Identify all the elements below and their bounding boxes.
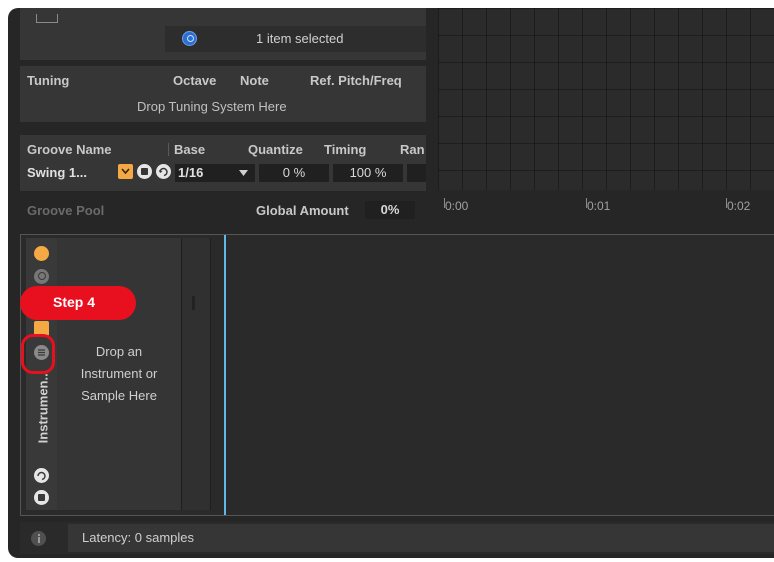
time-marker-0: 0:00 bbox=[445, 199, 469, 213]
highlight-ring bbox=[21, 334, 55, 374]
latency-status: Latency: 0 samples bbox=[82, 530, 195, 545]
groove-name-cell[interactable]: Swing 1... bbox=[27, 165, 87, 180]
timing-header: Timing bbox=[324, 142, 367, 157]
groove-save-icon[interactable] bbox=[137, 164, 152, 179]
drop-hint-line-1: Drop an bbox=[95, 344, 143, 359]
instrument-drop-area[interactable]: Drop an Instrument or Sample Here bbox=[57, 238, 181, 510]
selection-status: 1 item selected bbox=[256, 31, 344, 46]
step-label: Step 4 bbox=[53, 294, 96, 310]
octave-header: Octave bbox=[173, 73, 217, 88]
drop-hint-line-2: Instrument or bbox=[80, 366, 158, 381]
timing-field[interactable]: 100 % bbox=[333, 164, 403, 182]
global-amount-field[interactable]: 0% bbox=[365, 201, 415, 219]
info-icon[interactable] bbox=[31, 531, 46, 546]
step-callout: Step 4 bbox=[20, 286, 136, 320]
device-commit-icon[interactable] bbox=[34, 468, 49, 483]
time-marker-2: 0:02 bbox=[727, 199, 751, 213]
timeline-ruler[interactable]: 0:00 0:01 0:02 bbox=[438, 190, 774, 232]
groove-panel: Groove Name Base Quantize Timing Ran Swi… bbox=[20, 135, 426, 191]
ref-pitch-header: Ref. Pitch/Freq bbox=[310, 73, 402, 88]
device-save-icon[interactable] bbox=[34, 490, 49, 505]
status-bar: Latency: 0 samples bbox=[20, 522, 774, 554]
column-divider bbox=[168, 143, 169, 156]
tuning-header: Tuning bbox=[27, 73, 70, 88]
random-header: Ran bbox=[400, 142, 425, 157]
note-header: Note bbox=[240, 73, 269, 88]
time-marker-1: 0:01 bbox=[587, 199, 611, 213]
device-view: Instrumen... Drop an Instrument or Sampl… bbox=[20, 234, 774, 516]
quantize-field[interactable]: 0 % bbox=[259, 164, 329, 182]
base-select[interactable]: 1/16 bbox=[175, 164, 255, 182]
drop-hint-line-3: Sample Here bbox=[81, 388, 157, 403]
groove-pool-label[interactable]: Groove Pool bbox=[27, 203, 104, 218]
playhead-line bbox=[224, 235, 226, 515]
chevron-down-icon bbox=[239, 170, 248, 176]
tuning-panel: Tuning Octave Note Ref. Pitch/Freq Drop … bbox=[20, 66, 426, 122]
device-divider[interactable] bbox=[181, 238, 211, 510]
tuning-drop-hint[interactable]: Drop Tuning System Here bbox=[137, 99, 287, 114]
status-text-area: Latency: 0 samples bbox=[68, 524, 774, 552]
app-window: 1 item selected Tuning Octave Note Ref. … bbox=[8, 8, 774, 558]
hot-swap-device-icon[interactable] bbox=[34, 269, 49, 284]
base-header: Base bbox=[174, 142, 206, 157]
device-title-strip: Instrumen... bbox=[26, 238, 57, 510]
groove-name-header: Groove Name bbox=[27, 142, 112, 157]
arrangement-grid[interactable] bbox=[438, 8, 774, 200]
browser-panel: 1 item selected bbox=[20, 8, 426, 60]
random-field[interactable] bbox=[407, 164, 426, 182]
device-activator-icon[interactable] bbox=[34, 246, 49, 261]
global-amount-label: Global Amount bbox=[256, 203, 349, 218]
quantize-header: Quantize bbox=[248, 142, 303, 157]
device-title: Instrumen... bbox=[35, 369, 51, 444]
browser-checkbox[interactable] bbox=[36, 14, 58, 23]
base-value: 1/16 bbox=[178, 165, 204, 180]
hot-swap-icon[interactable] bbox=[182, 31, 197, 46]
groove-hotswap-icon[interactable] bbox=[118, 164, 133, 179]
groove-commit-icon[interactable] bbox=[156, 164, 171, 179]
